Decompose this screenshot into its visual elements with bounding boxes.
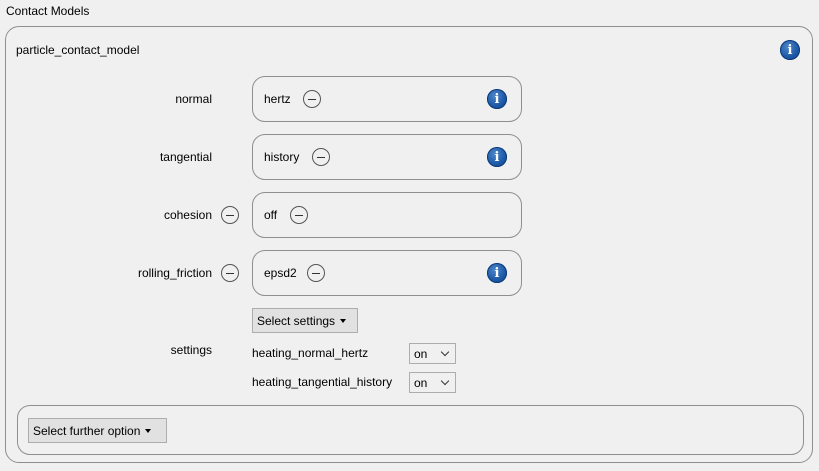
dropdown-caret-icon — [145, 428, 152, 433]
row-label-normal: normal — [175, 92, 212, 106]
settings-label: settings — [170, 343, 212, 357]
remove-tangential-value-button[interactable] — [312, 148, 330, 166]
dropdown-caret-icon — [340, 318, 347, 323]
cohesion-value: off — [264, 208, 278, 222]
info-icon[interactable]: i — [487, 89, 507, 109]
section-title: Contact Models — [6, 4, 90, 18]
rolling-friction-value: epsd2 — [264, 266, 297, 280]
chevron-down-icon — [440, 347, 450, 357]
select-further-option-button[interactable]: Select further option — [28, 418, 167, 443]
remove-rolling-friction-button[interactable] — [221, 264, 239, 282]
rolling-friction-value-box: epsd2 i — [252, 250, 522, 296]
info-icon[interactable]: i — [780, 40, 800, 60]
setting-name: heating_tangential_history — [252, 375, 393, 389]
remove-cohesion-value-button[interactable] — [290, 206, 308, 224]
row-label-rolling-friction: rolling_friction — [137, 266, 212, 280]
remove-rolling-friction-value-button[interactable] — [307, 264, 325, 282]
heating-normal-hertz-select[interactable]: on — [409, 343, 456, 364]
remove-normal-value-button[interactable] — [303, 90, 321, 108]
tangential-value-box: history i — [252, 134, 522, 180]
info-icon[interactable]: i — [487, 263, 507, 283]
select-settings-button[interactable]: Select settings — [252, 308, 358, 333]
normal-value: hertz — [264, 92, 291, 106]
select-settings-label: Select settings — [257, 313, 336, 328]
select-further-option-label: Select further option — [33, 423, 141, 438]
cohesion-value-box: off — [252, 192, 522, 238]
remove-cohesion-button[interactable] — [221, 206, 239, 224]
setting-name: heating_normal_hertz — [252, 346, 369, 360]
row-label-cohesion: cohesion — [163, 208, 212, 222]
normal-value-box: hertz i — [252, 76, 522, 122]
setting-value: on — [414, 375, 428, 390]
row-label-tangential: tangential — [159, 150, 212, 164]
tangential-value: history — [264, 150, 300, 164]
info-icon[interactable]: i — [487, 147, 507, 167]
model-title: particle_contact_model — [16, 43, 140, 57]
setting-value: on — [414, 346, 428, 361]
chevron-down-icon — [440, 376, 450, 386]
heating-tangential-history-select[interactable]: on — [409, 372, 456, 393]
